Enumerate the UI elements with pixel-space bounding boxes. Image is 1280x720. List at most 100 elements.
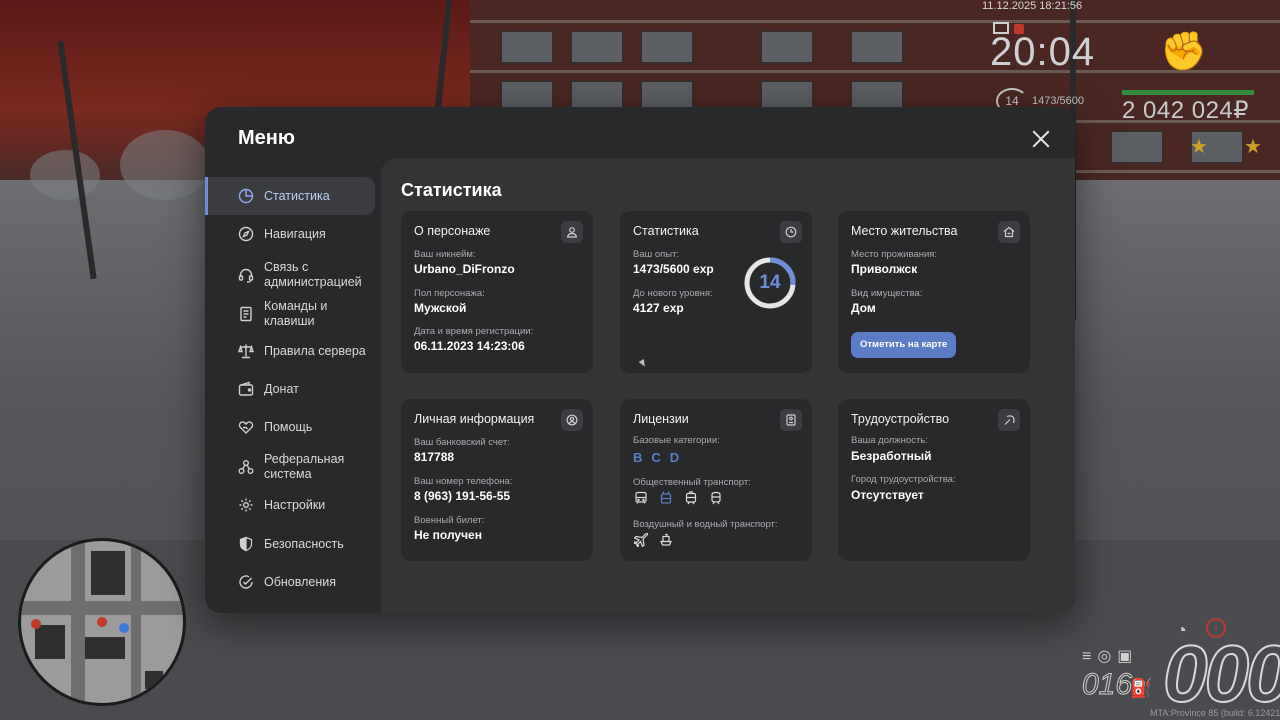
mark-on-map-button[interactable]: Отметить на карте: [851, 332, 957, 358]
content-panel: Статистика О персонаже Ваш никнейм: Urba…: [381, 158, 1075, 613]
hud-money: 2 042 024₽: [1122, 97, 1250, 124]
pickaxe-icon: [998, 409, 1020, 431]
clock-icon: [780, 221, 802, 243]
trolleybus-icon: [658, 490, 674, 506]
card-statistics: Статистика Ваш опыт: 1473/5600 exp До но…: [620, 211, 812, 373]
field-label: Пол персонажа:: [414, 288, 485, 299]
sidebar-item-label: Команды и клавиши: [264, 299, 328, 328]
wallet-icon: [237, 380, 255, 398]
sidebar-item-label: Связь с администрацией: [264, 260, 362, 289]
phone-value: 8 (963) 191-56-55: [414, 489, 511, 503]
license-category: C: [651, 450, 661, 465]
sidebar-item-commands[interactable]: Команды и клавиши: [205, 294, 375, 334]
card-title: Лицензии: [633, 412, 689, 426]
sidebar-item-label: Настройки: [264, 497, 326, 512]
field-label: Город трудоустройства:: [851, 474, 956, 485]
headset-icon: [237, 266, 255, 284]
menu-title: Меню: [238, 127, 295, 149]
sidebar-item-statistics[interactable]: Статистика: [205, 177, 375, 215]
next-level-value: 4127 exp: [633, 301, 684, 315]
id-card-icon: [780, 409, 802, 431]
sidebar-item-label: Статистика: [264, 188, 330, 203]
field-label: Военный билет:: [414, 515, 485, 526]
field-label: Вид имущества:: [851, 288, 923, 299]
star-icon: ★: [1190, 136, 1244, 158]
star-icon: ★: [1244, 136, 1280, 158]
fuel-level: 016: [1081, 668, 1133, 702]
sidebar-item-label: Навигация: [264, 226, 326, 241]
map-marker-icon: [119, 623, 129, 633]
close-icon[interactable]: [1029, 127, 1053, 151]
hud-exp: 1473/5600: [1032, 95, 1084, 107]
card-personal-info: Личная информация Ваш банковский счет: 8…: [401, 399, 593, 561]
sidebar-item-admin-contact[interactable]: Связь с администрацией: [205, 255, 375, 295]
card-character: О персонаже Ваш никнейм: Urbano_DiFronzo…: [401, 211, 593, 373]
sidebar-item-security[interactable]: Безопасность: [205, 525, 375, 563]
field-label: Ваш номер телефона:: [414, 476, 513, 487]
sidebar-item-label: Донат: [264, 381, 299, 396]
field-label: Место проживания:: [851, 249, 938, 260]
user-circle-icon: [561, 409, 583, 431]
sidebar-item-label: Правила сервера: [264, 343, 366, 358]
nickname-value: Urbano_DiFronzo: [414, 262, 515, 276]
air-water-licenses: [633, 532, 674, 548]
pie-chart-icon: [237, 187, 255, 205]
card-title: Статистика: [633, 224, 699, 238]
field-label: Воздушный и водный транспорт:: [633, 519, 778, 530]
job-city-value: Отсутствует: [851, 488, 924, 502]
card-title: Личная информация: [414, 412, 535, 426]
document-icon: [237, 305, 255, 323]
hud-datetime: 11.12.2025 18:21:56: [982, 0, 1083, 12]
sidebar-item-help[interactable]: Помощь: [205, 408, 375, 446]
license-categories: BCD: [633, 450, 688, 465]
gear-icon: [237, 496, 255, 514]
bank-account-value: 817788: [414, 450, 455, 464]
page-title: Статистика: [401, 180, 502, 200]
vehicle-indicators: ≡◎▣: [1082, 648, 1139, 665]
user-icon: [561, 221, 583, 243]
map-marker-icon: [31, 619, 41, 629]
sidebar-item-label: Безопасность: [264, 536, 344, 551]
sidebar-item-settings[interactable]: Настройки: [205, 486, 375, 524]
fist-weapon-icon: ✊: [1160, 31, 1208, 73]
residence-value: Приволжск: [851, 262, 918, 276]
speedometer: 000: [1162, 628, 1280, 719]
minimap: [18, 538, 186, 706]
level-number: 14: [759, 272, 781, 293]
tram-icon: [683, 490, 699, 506]
card-title: Трудоустройство: [851, 412, 950, 426]
registration-value: 06.11.2023 14:23:06: [414, 339, 525, 353]
health-bar: [1122, 90, 1254, 95]
card-licenses: Лицензии Базовые категории: BCD Обществе…: [620, 399, 812, 561]
network-icon: [237, 458, 255, 476]
card-employment: Трудоустройство Ваша должность: Безработ…: [838, 399, 1030, 561]
gender-value: Мужской: [414, 301, 467, 315]
sidebar-item-label: Обновления: [264, 574, 336, 589]
field-label: До нового уровня:: [633, 288, 713, 299]
license-category: B: [633, 450, 643, 465]
sidebar-item-rules[interactable]: Правила сервера: [205, 332, 375, 370]
card-residence: Место жительства Место проживания: Приво…: [838, 211, 1030, 373]
scales-icon: [237, 342, 255, 360]
public-transport-licenses: [633, 490, 724, 506]
compass-icon: [237, 225, 255, 243]
field-label: Ваш никнейм:: [414, 249, 476, 260]
position-value: Безработный: [851, 449, 932, 463]
boat-icon: [658, 532, 674, 548]
fuel-icon: ⛽: [1130, 678, 1153, 698]
property-value: Дом: [851, 301, 876, 315]
card-title: О персонаже: [414, 224, 491, 238]
sidebar-item-label: Помощь: [264, 419, 313, 434]
field-label: Дата и время регистрации:: [414, 326, 534, 337]
player-marker-icon: [97, 617, 107, 627]
field-label: Базовые категории:: [633, 435, 720, 446]
hud-clock: 20:04: [990, 30, 1096, 74]
sidebar-item-donate[interactable]: Донат: [205, 370, 375, 408]
sidebar-item-navigation[interactable]: Навигация: [205, 215, 375, 253]
plane-icon: [633, 532, 649, 548]
heart-hand-icon: [237, 418, 255, 436]
sidebar-item-referral[interactable]: Реферальная система: [205, 447, 375, 487]
bus-icon: [633, 490, 649, 506]
sidebar-item-updates[interactable]: Обновления: [205, 563, 375, 601]
check-circle-icon: [237, 573, 255, 591]
